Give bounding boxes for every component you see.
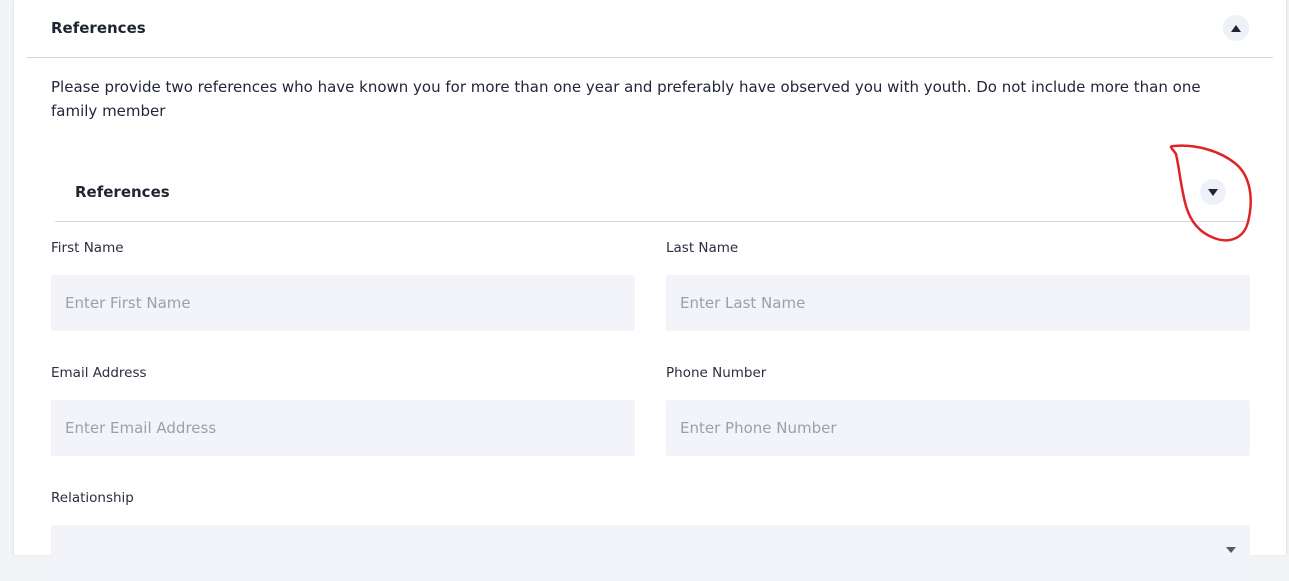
chevron-down-icon: [1208, 188, 1218, 196]
section-divider: [27, 57, 1273, 58]
first-name-input[interactable]: [51, 275, 635, 331]
expand-subsection-button[interactable]: [1200, 179, 1226, 205]
subsection-divider: [55, 221, 1250, 222]
references-card: References Please provide two references…: [13, 0, 1287, 581]
collapse-section-button[interactable]: [1223, 15, 1249, 41]
last-name-input[interactable]: [666, 275, 1250, 331]
subsection-title: References: [75, 183, 170, 201]
phone-input[interactable]: [666, 400, 1250, 456]
phone-label: Phone Number: [666, 365, 767, 381]
last-name-label: Last Name: [666, 240, 739, 256]
section-title: References: [51, 19, 146, 37]
chevron-up-icon: [1231, 24, 1241, 32]
first-name-label: First Name: [51, 240, 124, 256]
section-description: Please provide two references who have k…: [51, 78, 1201, 120]
caret-down-icon: [1226, 547, 1236, 553]
relationship-label: Relationship: [51, 490, 134, 506]
email-input[interactable]: [51, 400, 635, 456]
relationship-select[interactable]: [51, 525, 1250, 581]
email-label: Email Address: [51, 365, 147, 381]
